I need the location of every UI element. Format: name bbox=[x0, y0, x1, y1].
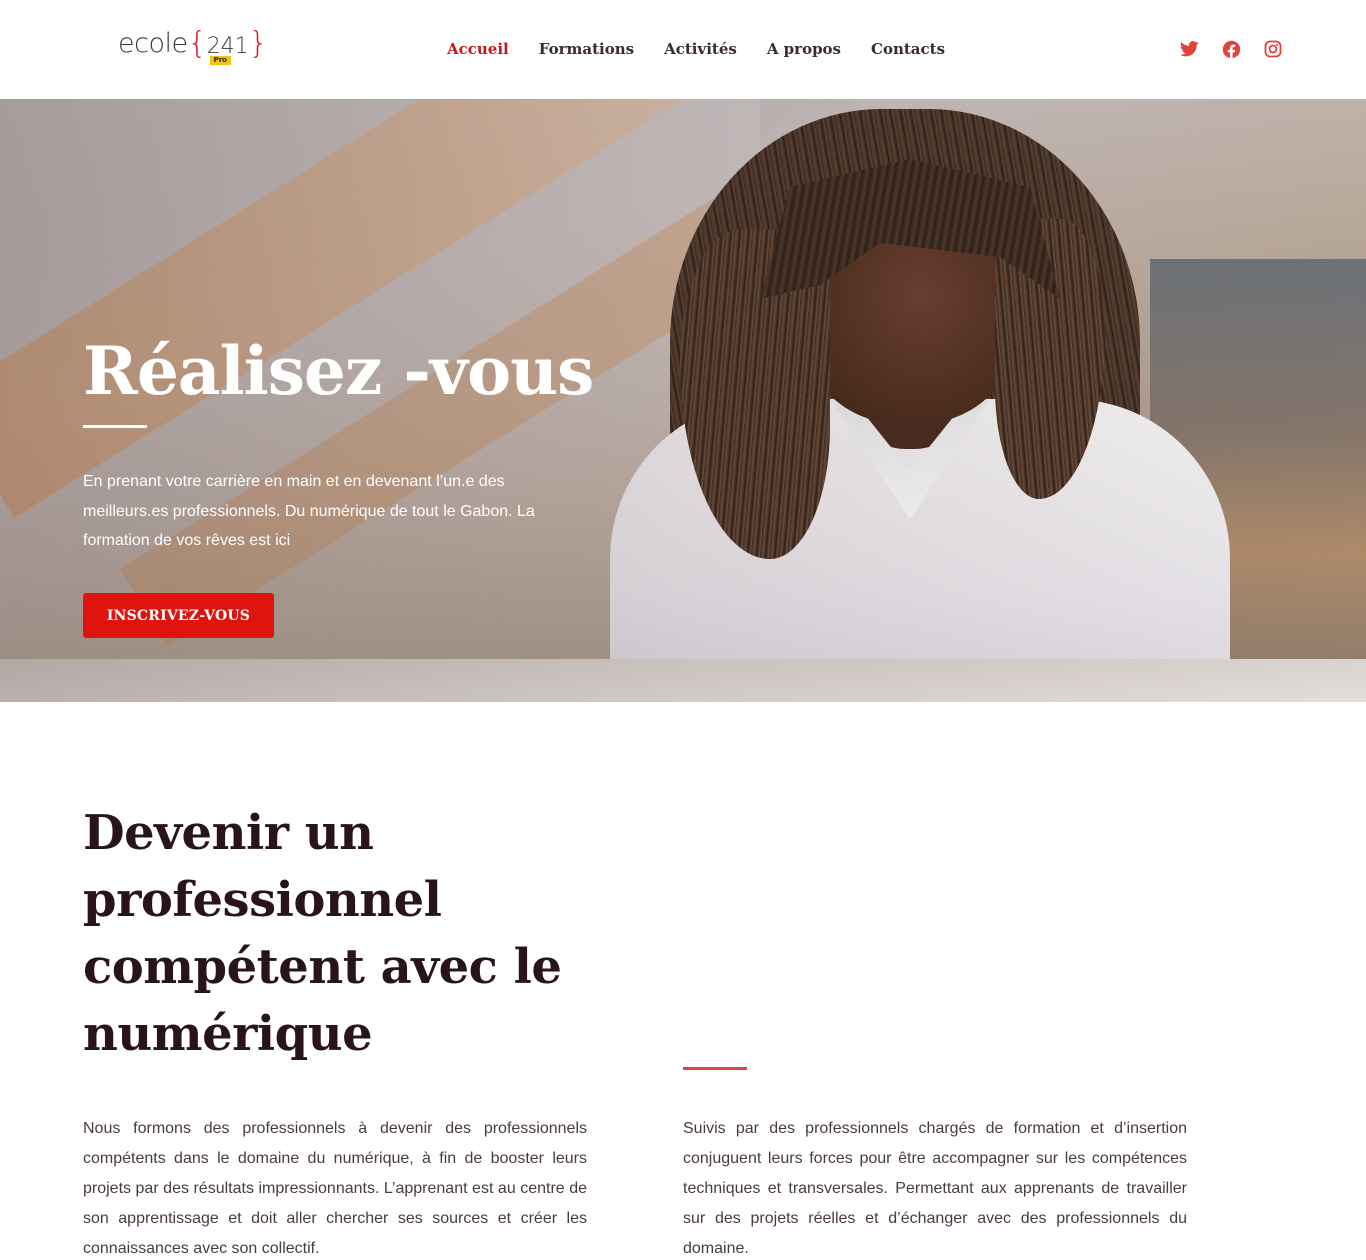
logo-brace-open: { bbox=[187, 26, 207, 61]
logo-word: ecole bbox=[118, 28, 188, 59]
nav-item-formations[interactable]: Formations bbox=[539, 38, 634, 60]
hero-section: Réalisez -vous En prenant votre carrière… bbox=[0, 99, 1366, 702]
accent-divider bbox=[683, 1067, 747, 1070]
hero-title: Réalisez -vous bbox=[83, 332, 594, 410]
twitter-icon[interactable] bbox=[1179, 38, 1199, 60]
hero-description: En prenant votre carrière en main et en … bbox=[83, 473, 535, 549]
intro-text-left: Nous formons des professionnels à deveni… bbox=[83, 1120, 587, 1257]
main-nav: Accueil Formations Activités A propos Co… bbox=[447, 38, 945, 60]
site-header: ecole {241} Pro Accueil Formations Activ… bbox=[0, 0, 1366, 99]
nav-item-activites[interactable]: Activités bbox=[664, 38, 737, 60]
register-button[interactable]: INSCRIVEZ-VOUS bbox=[83, 593, 274, 638]
instagram-icon[interactable] bbox=[1263, 38, 1283, 60]
logo-pro-badge: Pro bbox=[209, 56, 231, 65]
intro-text-right: Suivis par des professionnels chargés de… bbox=[683, 1120, 1187, 1257]
social-links bbox=[1179, 38, 1283, 60]
nav-item-accueil[interactable]: Accueil bbox=[447, 38, 509, 60]
hero-title-underline bbox=[83, 425, 147, 428]
facebook-icon[interactable] bbox=[1221, 38, 1241, 60]
logo[interactable]: ecole {241} Pro bbox=[118, 26, 268, 72]
nav-item-contacts[interactable]: Contacts bbox=[871, 38, 945, 60]
section-title: Devenir un professionnel compétent avec … bbox=[83, 805, 562, 1062]
logo-brace-close: } bbox=[248, 26, 268, 61]
logo-number-group: {241} Pro bbox=[188, 26, 268, 65]
nav-item-a-propos[interactable]: A propos bbox=[767, 38, 841, 60]
